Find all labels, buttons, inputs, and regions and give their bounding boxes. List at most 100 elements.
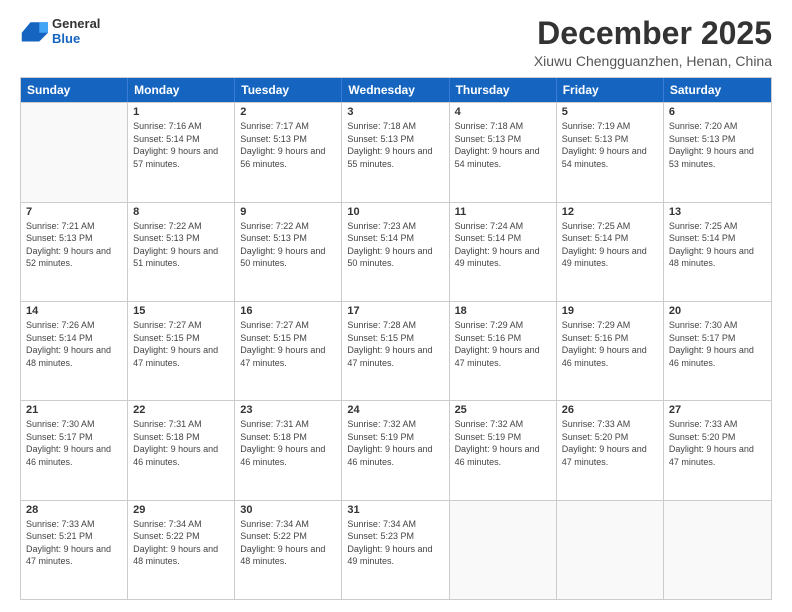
calendar-cell: 5 Sunrise: 7:19 AM Sunset: 5:13 PM Daylig…	[557, 103, 664, 201]
calendar-cell: 30 Sunrise: 7:34 AM Sunset: 5:22 PM Dayli…	[235, 501, 342, 599]
day-number: 7	[26, 206, 122, 218]
calendar-cell: 28 Sunrise: 7:33 AM Sunset: 5:21 PM Dayli…	[21, 501, 128, 599]
day-number: 11	[455, 206, 551, 218]
calendar-row: 7 Sunrise: 7:21 AM Sunset: 5:13 PM Daylig…	[21, 202, 771, 301]
day-info: Sunrise: 7:30 AM Sunset: 5:17 PM Dayligh…	[669, 319, 766, 369]
day-number: 10	[347, 206, 443, 218]
calendar-row: 28 Sunrise: 7:33 AM Sunset: 5:21 PM Dayli…	[21, 500, 771, 599]
header: General Blue December 2025 Xiuwu Chenggu…	[20, 16, 772, 69]
day-number: 18	[455, 305, 551, 317]
calendar-cell: 9Sunrise: 7:22 AM Sunset: 5:13 PM Daylig…	[235, 203, 342, 301]
calendar: SundayMondayTuesdayWednesdayThursdayFrid…	[20, 77, 772, 600]
day-info: Sunrise: 7:23 AM Sunset: 5:14 PM Dayligh…	[347, 220, 443, 270]
day-info: Sunrise: 7:20 AM Sunset: 5:13 PM Dayligh…	[669, 120, 766, 170]
day-info: Sunrise: 7:34 AM Sunset: 5:23 PM Dayligh…	[347, 518, 443, 568]
day-info: Sunrise: 7:29 AM Sunset: 5:16 PM Dayligh…	[455, 319, 551, 369]
day-number: 6	[669, 106, 766, 118]
weekday-header: Friday	[557, 78, 664, 102]
calendar-cell: 3 Sunrise: 7:18 AM Sunset: 5:13 PM Daylig…	[342, 103, 449, 201]
logo-icon	[20, 17, 48, 45]
day-number: 25	[455, 404, 551, 416]
weekday-header: Thursday	[450, 78, 557, 102]
calendar-body: 1 Sunrise: 7:16 AM Sunset: 5:14 PM Daylig…	[21, 102, 771, 599]
location: Xiuwu Chengguanzhen, Henan, China	[534, 53, 772, 69]
day-info: Sunrise: 7:32 AM Sunset: 5:19 PM Dayligh…	[347, 418, 443, 468]
calendar-cell: 23 Sunrise: 7:31 AM Sunset: 5:18 PM Dayli…	[235, 401, 342, 499]
day-number: 28	[26, 504, 122, 516]
calendar-cell: 24 Sunrise: 7:32 AM Sunset: 5:19 PM Dayli…	[342, 401, 449, 499]
day-info: Sunrise: 7:26 AM Sunset: 5:14 PM Dayligh…	[26, 319, 122, 369]
month-year: December 2025	[534, 16, 772, 51]
day-info: Sunrise: 7:17 AM Sunset: 5:13 PM Dayligh…	[240, 120, 336, 170]
weekday-header: Monday	[128, 78, 235, 102]
day-info: Sunrise: 7:34 AM Sunset: 5:22 PM Dayligh…	[240, 518, 336, 568]
day-info: Sunrise: 7:28 AM Sunset: 5:15 PM Dayligh…	[347, 319, 443, 369]
day-number: 24	[347, 404, 443, 416]
day-number: 23	[240, 404, 336, 416]
day-number: 8	[133, 206, 229, 218]
day-number: 16	[240, 305, 336, 317]
day-number: 14	[26, 305, 122, 317]
calendar-cell: 7 Sunrise: 7:21 AM Sunset: 5:13 PM Daylig…	[21, 203, 128, 301]
day-number: 30	[240, 504, 336, 516]
day-number: 15	[133, 305, 229, 317]
day-info: Sunrise: 7:22 AM Sunset: 5:13 PM Dayligh…	[133, 220, 229, 270]
calendar-cell	[450, 501, 557, 599]
calendar-cell: 4 Sunrise: 7:18 AM Sunset: 5:13 PM Daylig…	[450, 103, 557, 201]
day-info: Sunrise: 7:19 AM Sunset: 5:13 PM Dayligh…	[562, 120, 658, 170]
logo-text: General Blue	[52, 16, 100, 46]
calendar-cell: 18 Sunrise: 7:29 AM Sunset: 5:16 PM Dayli…	[450, 302, 557, 400]
calendar-cell	[557, 501, 664, 599]
day-info: Sunrise: 7:34 AM Sunset: 5:22 PM Dayligh…	[133, 518, 229, 568]
calendar-cell: 27 Sunrise: 7:33 AM Sunset: 5:20 PM Dayli…	[664, 401, 771, 499]
day-number: 3	[347, 106, 443, 118]
weekday-header: Saturday	[664, 78, 771, 102]
calendar-cell: 21Sunrise: 7:30 AM Sunset: 5:17 PM Dayli…	[21, 401, 128, 499]
day-info: Sunrise: 7:33 AM Sunset: 5:21 PM Dayligh…	[26, 518, 122, 568]
day-number: 20	[669, 305, 766, 317]
day-number: 9	[240, 206, 336, 218]
calendar-row: 14 Sunrise: 7:26 AM Sunset: 5:14 PM Dayli…	[21, 301, 771, 400]
calendar-row: 21Sunrise: 7:30 AM Sunset: 5:17 PM Dayli…	[21, 400, 771, 499]
day-info: Sunrise: 7:31 AM Sunset: 5:18 PM Dayligh…	[240, 418, 336, 468]
calendar-cell: 10 Sunrise: 7:23 AM Sunset: 5:14 PM Dayli…	[342, 203, 449, 301]
day-number: 5	[562, 106, 658, 118]
calendar-cell: 17 Sunrise: 7:28 AM Sunset: 5:15 PM Dayli…	[342, 302, 449, 400]
title-block: December 2025 Xiuwu Chengguanzhen, Henan…	[534, 16, 772, 69]
calendar-cell: 25Sunrise: 7:32 AM Sunset: 5:19 PM Dayli…	[450, 401, 557, 499]
day-number: 4	[455, 106, 551, 118]
day-info: Sunrise: 7:30 AM Sunset: 5:17 PM Dayligh…	[26, 418, 122, 468]
day-info: Sunrise: 7:21 AM Sunset: 5:13 PM Dayligh…	[26, 220, 122, 270]
day-info: Sunrise: 7:31 AM Sunset: 5:18 PM Dayligh…	[133, 418, 229, 468]
day-info: Sunrise: 7:27 AM Sunset: 5:15 PM Dayligh…	[133, 319, 229, 369]
calendar-cell: 1 Sunrise: 7:16 AM Sunset: 5:14 PM Daylig…	[128, 103, 235, 201]
calendar-cell: 11 Sunrise: 7:24 AM Sunset: 5:14 PM Dayli…	[450, 203, 557, 301]
day-info: Sunrise: 7:33 AM Sunset: 5:20 PM Dayligh…	[562, 418, 658, 468]
day-info: Sunrise: 7:16 AM Sunset: 5:14 PM Dayligh…	[133, 120, 229, 170]
calendar-cell: 15 Sunrise: 7:27 AM Sunset: 5:15 PM Dayli…	[128, 302, 235, 400]
day-info: Sunrise: 7:25 AM Sunset: 5:14 PM Dayligh…	[669, 220, 766, 270]
day-info: Sunrise: 7:18 AM Sunset: 5:13 PM Dayligh…	[347, 120, 443, 170]
calendar-cell: 22 Sunrise: 7:31 AM Sunset: 5:18 PM Dayli…	[128, 401, 235, 499]
day-number: 12	[562, 206, 658, 218]
day-info: Sunrise: 7:33 AM Sunset: 5:20 PM Dayligh…	[669, 418, 766, 468]
day-number: 17	[347, 305, 443, 317]
calendar-cell: 6 Sunrise: 7:20 AM Sunset: 5:13 PM Daylig…	[664, 103, 771, 201]
day-info: Sunrise: 7:24 AM Sunset: 5:14 PM Dayligh…	[455, 220, 551, 270]
day-number: 1	[133, 106, 229, 118]
day-info: Sunrise: 7:18 AM Sunset: 5:13 PM Dayligh…	[455, 120, 551, 170]
day-number: 22	[133, 404, 229, 416]
calendar-header-row: SundayMondayTuesdayWednesdayThursdayFrid…	[21, 78, 771, 102]
day-number: 26	[562, 404, 658, 416]
calendar-cell: 19Sunrise: 7:29 AM Sunset: 5:16 PM Dayli…	[557, 302, 664, 400]
calendar-cell: 26 Sunrise: 7:33 AM Sunset: 5:20 PM Dayli…	[557, 401, 664, 499]
day-number: 31	[347, 504, 443, 516]
logo-blue: Blue	[52, 31, 100, 46]
day-info: Sunrise: 7:25 AM Sunset: 5:14 PM Dayligh…	[562, 220, 658, 270]
weekday-header: Sunday	[21, 78, 128, 102]
day-number: 27	[669, 404, 766, 416]
calendar-cell: 20 Sunrise: 7:30 AM Sunset: 5:17 PM Dayli…	[664, 302, 771, 400]
calendar-cell: 16Sunrise: 7:27 AM Sunset: 5:15 PM Dayli…	[235, 302, 342, 400]
page: General Blue December 2025 Xiuwu Chenggu…	[0, 0, 792, 612]
day-number: 29	[133, 504, 229, 516]
